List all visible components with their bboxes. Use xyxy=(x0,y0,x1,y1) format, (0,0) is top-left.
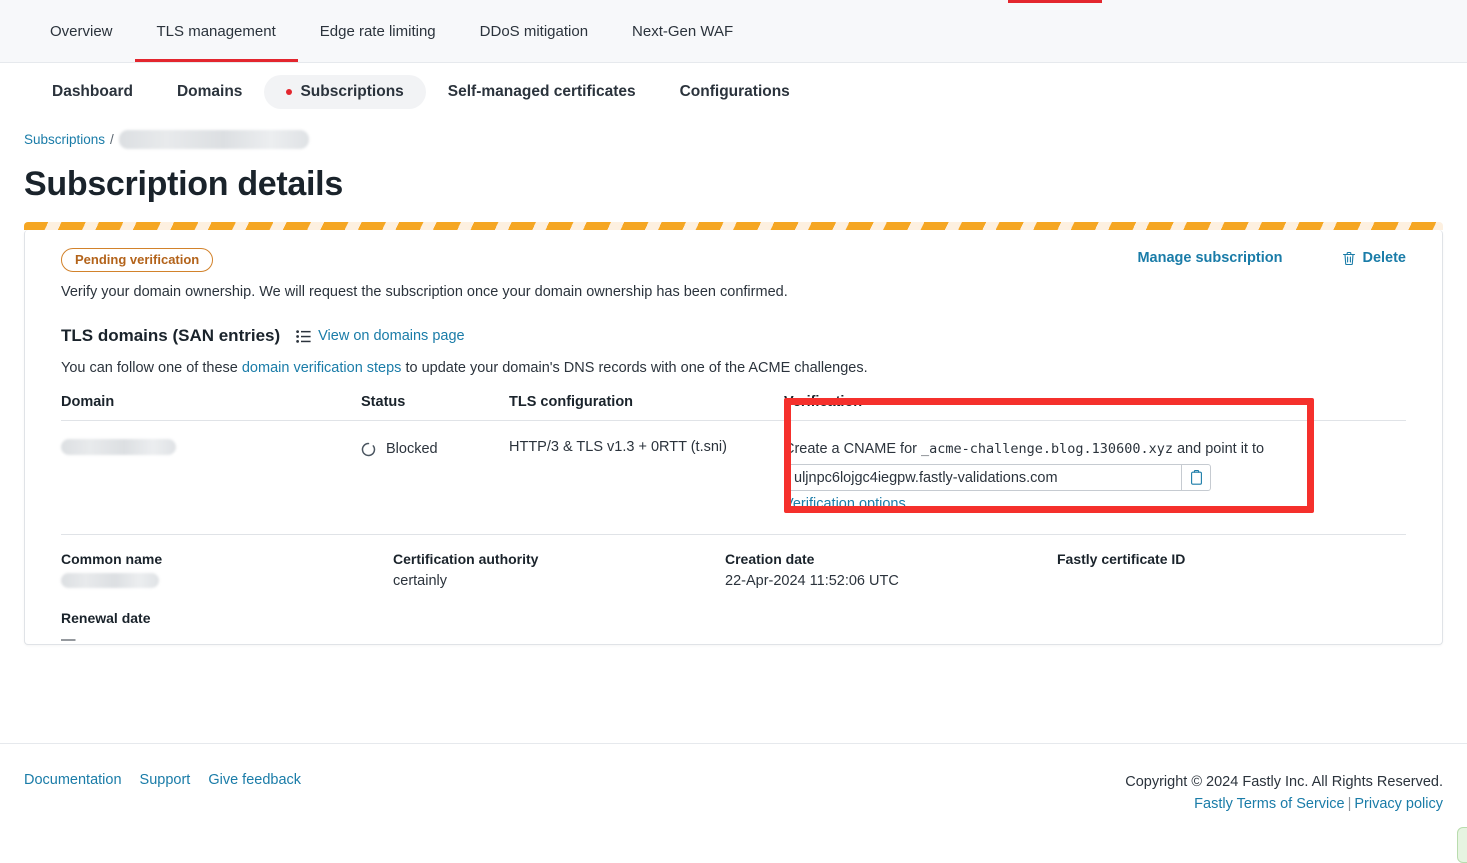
tls-domains-section-title: TLS domains (SAN entries) xyxy=(61,326,281,345)
page-footer: Documentation Support Give feedback Copy… xyxy=(0,743,1467,863)
nav-tab-ddos-mitigation-label: DDoS mitigation xyxy=(479,22,589,40)
status-label: Blocked xyxy=(386,441,438,457)
legal-links: Fastly Terms of Service | Privacy policy xyxy=(1125,794,1443,816)
subnav-item-subscriptions[interactable]: Subscriptions xyxy=(264,75,426,109)
breadcrumb-current-redacted xyxy=(118,129,309,149)
footer-links: Documentation Support Give feedback xyxy=(24,772,301,788)
view-on-domains-page-link[interactable]: View on domains page xyxy=(296,328,465,344)
cell-tls-configuration: HTTP/3 & TLS v1.3 + 0RTT (t.sni) xyxy=(509,420,784,536)
footer-link-privacy-policy[interactable]: Privacy policy xyxy=(1354,796,1443,812)
cell-verification: Create a CNAME for _acme-challenge.blog.… xyxy=(784,420,1406,536)
footer-link-terms-of-service[interactable]: Fastly Terms of Service xyxy=(1194,796,1344,812)
clipboard-icon xyxy=(1190,470,1202,486)
breadcrumb: Subscriptions / xyxy=(0,121,1467,151)
value-creation-date: 22-Apr-2024 11:52:06 UTC xyxy=(725,573,899,590)
cname-value-copy-row xyxy=(784,464,1211,492)
legal-links-divider: | xyxy=(1347,795,1352,812)
nav-tab-edge-rate-limiting-label: Edge rate limiting xyxy=(319,22,436,40)
subscription-details-card: Manage subscription Delete Pending verif… xyxy=(24,222,1443,648)
subnav-item-configurations-label: Configurations xyxy=(679,83,790,100)
acme-help-text: You can follow one of these domain verif… xyxy=(61,360,1406,376)
column-header-verification: Verification xyxy=(784,394,1406,421)
subnav-item-self-managed-certificates-label: Self-managed certificates xyxy=(447,83,636,100)
label-common-name: Common name xyxy=(61,551,163,568)
acme-help-prefix: You can follow one of these xyxy=(61,360,242,376)
subnav-item-dashboard-label: Dashboard xyxy=(52,83,133,100)
secondary-nav: Dashboard Domains Subscriptions Self-man… xyxy=(0,63,1467,121)
column-header-domain: Domain xyxy=(61,394,361,421)
common-name-redacted xyxy=(61,573,159,589)
table-row: Blocked HTTP/3 & TLS v1.3 + 0RTT (t.sni)… xyxy=(61,420,1406,536)
domain-verification-steps-link[interactable]: domain verification steps xyxy=(242,360,402,376)
cell-status: Blocked xyxy=(361,420,509,536)
status-badge: Pending verification xyxy=(61,248,214,272)
active-indicator-dot-icon xyxy=(286,89,293,95)
label-creation-date: Creation date xyxy=(725,551,815,568)
table-header-row: Domain Status TLS configuration Verifica… xyxy=(61,394,1406,421)
footer-link-support[interactable]: Support xyxy=(140,772,191,788)
spinner-icon xyxy=(361,442,376,456)
acme-help-suffix: to update your domain's DNS records with… xyxy=(401,360,868,376)
primary-nav: Overview TLS management Edge rate limiti… xyxy=(0,0,1467,63)
delete-subscription-label: Delete xyxy=(1362,250,1406,266)
nav-tab-ddos-mitigation[interactable]: DDoS mitigation xyxy=(458,0,610,62)
nav-tab-overview[interactable]: Overview xyxy=(28,0,135,62)
subnav-item-self-managed-certificates[interactable]: Self-managed certificates xyxy=(426,75,658,109)
nav-tab-next-gen-waf-label: Next-Gen WAF xyxy=(632,22,734,40)
cname-record-name: _acme-challenge.blog.130600.xyz xyxy=(921,441,1173,457)
spacer-cell-1 xyxy=(393,610,725,628)
copyright-text: Copyright © 2024 Fastly Inc. All Rights … xyxy=(1125,774,1443,790)
column-header-status: Status xyxy=(361,394,509,421)
subnav-item-subscriptions-label: Subscriptions xyxy=(300,83,404,100)
column-header-tls-configuration: TLS configuration xyxy=(509,394,784,421)
tls-configuration-value: HTTP/3 & TLS v1.3 + 0RTT (t.sni) xyxy=(509,439,727,455)
manage-subscription-link[interactable]: Manage subscription xyxy=(1137,250,1282,266)
view-on-domains-page-label: View on domains page xyxy=(318,328,465,344)
domain-value-redacted xyxy=(61,439,176,456)
label-renewal-date: Renewal date xyxy=(61,610,151,627)
footer-link-give-feedback[interactable]: Give feedback xyxy=(208,772,301,788)
cname-value-input[interactable] xyxy=(784,464,1181,492)
trash-icon xyxy=(1343,251,1356,265)
certificate-details-grid: Common name Certification authority Crea… xyxy=(61,551,1406,662)
nav-tab-tls-management-label: TLS management xyxy=(156,22,276,40)
page-load-progress-bar xyxy=(1008,0,1102,3)
nav-tab-tls-management[interactable]: TLS management xyxy=(134,0,298,62)
cname-instruction-suffix: and point it to xyxy=(1172,441,1265,457)
subnav-item-configurations[interactable]: Configurations xyxy=(658,75,812,109)
footer-legal: Copyright © 2024 Fastly Inc. All Rights … xyxy=(1125,772,1443,816)
nav-tab-overview-label: Overview xyxy=(50,22,113,40)
list-icon xyxy=(296,329,311,343)
delete-subscription-button[interactable]: Delete xyxy=(1342,250,1406,266)
value-common-name xyxy=(61,573,393,606)
pending-status-stripe xyxy=(24,222,1443,230)
cname-instruction: Create a CNAME for _acme-challenge.blog.… xyxy=(784,439,1406,459)
cell-domain xyxy=(61,420,361,536)
copy-to-clipboard-button[interactable] xyxy=(1181,464,1211,492)
spacer-cell-2 xyxy=(725,610,1057,628)
tls-domains-table: Domain Status TLS configuration Verifica… xyxy=(61,394,1406,536)
value-certification-authority: certainly xyxy=(393,573,447,590)
page-title: Subscription details xyxy=(24,165,343,203)
breadcrumb-link-subscriptions[interactable]: Subscriptions xyxy=(24,132,105,147)
nav-tab-next-gen-waf[interactable]: Next-Gen WAF xyxy=(610,0,755,62)
label-certification-authority: Certification authority xyxy=(393,551,539,568)
tls-domains-section-header: TLS domains (SAN entries) View on domain… xyxy=(61,326,1406,346)
value-fastly-certificate-id xyxy=(1057,573,1406,606)
spacer-cell-3 xyxy=(1057,610,1406,628)
card-description: Verify your domain ownership. We will re… xyxy=(61,284,788,300)
subnav-item-dashboard[interactable]: Dashboard xyxy=(30,75,155,109)
chat-widget-launcher[interactable] xyxy=(1457,827,1467,863)
subnav-item-domains-label: Domains xyxy=(176,83,243,100)
label-fastly-certificate-id: Fastly certificate ID xyxy=(1057,551,1186,568)
footer-link-documentation[interactable]: Documentation xyxy=(24,772,122,788)
card-actions: Manage subscription Delete xyxy=(1137,250,1406,266)
value-renewal-date: — xyxy=(61,632,76,649)
verification-options-link[interactable]: Verification options... xyxy=(784,496,918,512)
cname-instruction-prefix: Create a CNAME for xyxy=(784,441,921,457)
subnav-item-domains[interactable]: Domains xyxy=(155,75,264,109)
nav-tab-edge-rate-limiting[interactable]: Edge rate limiting xyxy=(298,0,458,62)
breadcrumb-separator: / xyxy=(110,131,114,147)
